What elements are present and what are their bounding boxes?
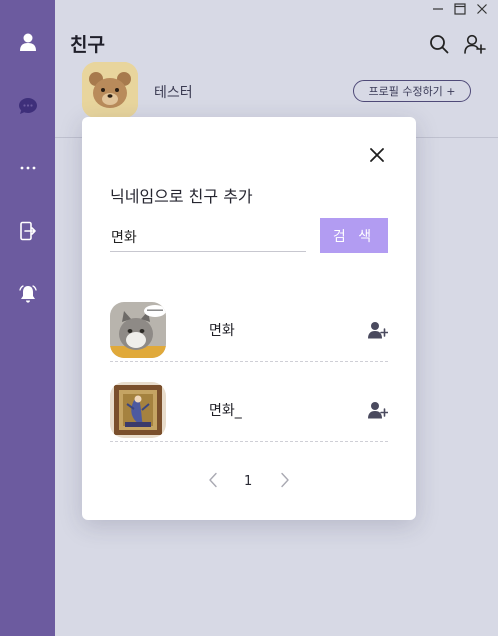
page-title: 친구 — [70, 34, 105, 56]
result-row: 면화_ — [110, 378, 388, 442]
close-icon[interactable] — [368, 146, 386, 164]
result-name: 면화_ — [209, 403, 242, 419]
nickname-search-input[interactable] — [110, 222, 306, 252]
result-name: 면화 — [209, 323, 235, 339]
result-row: 면화 — [110, 298, 388, 362]
result-avatar — [110, 302, 166, 358]
search-icon[interactable] — [427, 32, 451, 56]
chat-icon[interactable] — [0, 91, 55, 121]
profile-avatar — [82, 62, 138, 118]
add-friend-icon[interactable] — [463, 32, 487, 56]
logout-icon[interactable] — [0, 216, 55, 246]
user-icon[interactable] — [0, 27, 55, 57]
page-number[interactable]: 1 — [244, 474, 252, 489]
profile-name: 테스터 — [154, 85, 193, 101]
minimize-icon[interactable] — [430, 2, 446, 16]
add-friend-modal: 닉네임으로 친구 추가 검 색 면화 — [82, 117, 416, 520]
add-friend-icon[interactable] — [368, 400, 388, 420]
close-window-icon[interactable] — [474, 2, 490, 16]
sidebar — [0, 0, 55, 636]
edit-profile-button[interactable]: 프로필 수정하기 + — [353, 80, 471, 102]
next-page-icon[interactable] — [278, 472, 292, 488]
add-friend-icon[interactable] — [368, 320, 388, 340]
window-controls — [430, 2, 490, 16]
bell-icon[interactable] — [0, 279, 55, 309]
modal-title: 닉네임으로 친구 추가 — [110, 187, 253, 206]
result-avatar — [110, 382, 166, 438]
prev-page-icon[interactable] — [206, 472, 220, 488]
maximize-icon[interactable] — [452, 2, 468, 16]
search-button[interactable]: 검 색 — [320, 218, 388, 253]
more-icon[interactable] — [0, 153, 55, 183]
